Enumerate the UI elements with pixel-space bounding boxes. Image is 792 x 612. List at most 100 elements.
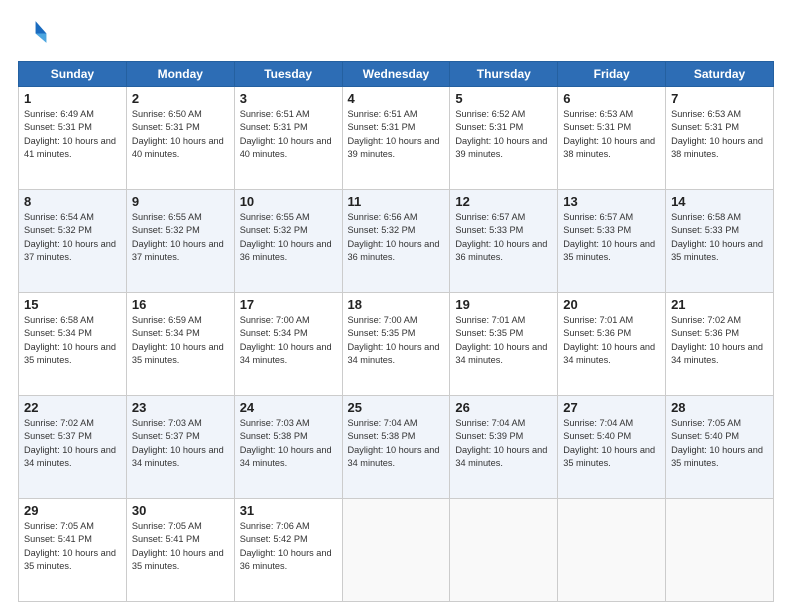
day-info: Sunrise: 6:53 AMSunset: 5:31 PMDaylight:… xyxy=(563,109,655,159)
day-info: Sunrise: 6:55 AMSunset: 5:32 PMDaylight:… xyxy=(132,212,224,262)
day-number: 16 xyxy=(132,297,229,312)
day-number: 14 xyxy=(671,194,768,209)
header xyxy=(18,18,774,51)
day-cell-18: 18 Sunrise: 7:00 AMSunset: 5:35 PMDayligh… xyxy=(342,293,450,396)
day-number: 27 xyxy=(563,400,660,415)
day-number: 7 xyxy=(671,91,768,106)
day-number: 26 xyxy=(455,400,552,415)
day-info: Sunrise: 7:06 AMSunset: 5:42 PMDaylight:… xyxy=(240,521,332,571)
day-cell-21: 21 Sunrise: 7:02 AMSunset: 5:36 PMDayligh… xyxy=(666,293,774,396)
day-info: Sunrise: 7:05 AMSunset: 5:41 PMDaylight:… xyxy=(132,521,224,571)
day-cell-10: 10 Sunrise: 6:55 AMSunset: 5:32 PMDayligh… xyxy=(234,190,342,293)
day-number: 2 xyxy=(132,91,229,106)
day-cell-31: 31 Sunrise: 7:06 AMSunset: 5:42 PMDayligh… xyxy=(234,499,342,602)
day-cell-5: 5 Sunrise: 6:52 AMSunset: 5:31 PMDaylight… xyxy=(450,87,558,190)
day-number: 15 xyxy=(24,297,121,312)
day-cell-2: 2 Sunrise: 6:50 AMSunset: 5:31 PMDaylight… xyxy=(126,87,234,190)
day-number: 11 xyxy=(348,194,445,209)
calendar-row-1: 1Sunrise: 6:49 AMSunset: 5:31 PMDaylight… xyxy=(19,87,774,190)
day-number: 10 xyxy=(240,194,337,209)
day-info: Sunrise: 6:57 AMSunset: 5:33 PMDaylight:… xyxy=(563,212,655,262)
day-cell-28: 28 Sunrise: 7:05 AMSunset: 5:40 PMDayligh… xyxy=(666,396,774,499)
day-number: 25 xyxy=(348,400,445,415)
day-info: Sunrise: 6:59 AMSunset: 5:34 PMDaylight:… xyxy=(132,315,224,365)
day-number: 21 xyxy=(671,297,768,312)
day-info: Sunrise: 7:03 AMSunset: 5:37 PMDaylight:… xyxy=(132,418,224,468)
day-number: 13 xyxy=(563,194,660,209)
calendar-table: SundayMondayTuesdayWednesdayThursdayFrid… xyxy=(18,61,774,602)
day-cell-12: 12 Sunrise: 6:57 AMSunset: 5:33 PMDayligh… xyxy=(450,190,558,293)
day-number: 24 xyxy=(240,400,337,415)
day-number: 17 xyxy=(240,297,337,312)
day-cell-13: 13 Sunrise: 6:57 AMSunset: 5:33 PMDayligh… xyxy=(558,190,666,293)
day-cell-8: 8Sunrise: 6:54 AMSunset: 5:32 PMDaylight… xyxy=(19,190,127,293)
day-cell-25: 25Sunrise: 7:04 AMSunset: 5:38 PMDayligh… xyxy=(342,396,450,499)
col-header-wednesday: Wednesday xyxy=(342,62,450,87)
day-info: Sunrise: 7:00 AMSunset: 5:34 PMDaylight:… xyxy=(240,315,332,365)
day-info: Sunrise: 6:50 AMSunset: 5:31 PMDaylight:… xyxy=(132,109,224,159)
day-number: 22 xyxy=(24,400,121,415)
page: SundayMondayTuesdayWednesdayThursdayFrid… xyxy=(0,0,792,612)
day-number: 3 xyxy=(240,91,337,106)
day-info: Sunrise: 7:01 AMSunset: 5:36 PMDaylight:… xyxy=(563,315,655,365)
col-header-friday: Friday xyxy=(558,62,666,87)
day-number: 28 xyxy=(671,400,768,415)
logo-icon xyxy=(20,18,48,46)
day-info: Sunrise: 7:04 AMSunset: 5:40 PMDaylight:… xyxy=(563,418,655,468)
calendar-row-4: 22 Sunrise: 7:02 AMSunset: 5:37 PMDayligh… xyxy=(19,396,774,499)
day-cell-7: 7 Sunrise: 6:53 AMSunset: 5:31 PMDaylight… xyxy=(666,87,774,190)
day-number: 1 xyxy=(24,91,121,106)
day-info: Sunrise: 6:53 AMSunset: 5:31 PMDaylight:… xyxy=(671,109,763,159)
day-info: Sunrise: 6:51 AMSunset: 5:31 PMDaylight:… xyxy=(240,109,332,159)
col-header-tuesday: Tuesday xyxy=(234,62,342,87)
day-cell-17: 17 Sunrise: 7:00 AMSunset: 5:34 PMDayligh… xyxy=(234,293,342,396)
day-cell-11: 11Sunrise: 6:56 AMSunset: 5:32 PMDayligh… xyxy=(342,190,450,293)
day-cell-20: 20 Sunrise: 7:01 AMSunset: 5:36 PMDayligh… xyxy=(558,293,666,396)
empty-cell xyxy=(342,499,450,602)
day-number: 19 xyxy=(455,297,552,312)
day-info: Sunrise: 6:52 AMSunset: 5:31 PMDaylight:… xyxy=(455,109,547,159)
day-number: 29 xyxy=(24,503,121,518)
day-cell-15: 15Sunrise: 6:58 AMSunset: 5:34 PMDayligh… xyxy=(19,293,127,396)
calendar-row-3: 15Sunrise: 6:58 AMSunset: 5:34 PMDayligh… xyxy=(19,293,774,396)
day-cell-30: 30 Sunrise: 7:05 AMSunset: 5:41 PMDayligh… xyxy=(126,499,234,602)
day-cell-6: 6 Sunrise: 6:53 AMSunset: 5:31 PMDaylight… xyxy=(558,87,666,190)
empty-cell xyxy=(666,499,774,602)
day-number: 12 xyxy=(455,194,552,209)
day-info: Sunrise: 7:01 AMSunset: 5:35 PMDaylight:… xyxy=(455,315,547,365)
day-info: Sunrise: 6:51 AMSunset: 5:31 PMDaylight:… xyxy=(348,109,440,159)
day-info: Sunrise: 7:05 AMSunset: 5:40 PMDaylight:… xyxy=(671,418,763,468)
col-header-sunday: Sunday xyxy=(19,62,127,87)
day-cell-3: 3 Sunrise: 6:51 AMSunset: 5:31 PMDaylight… xyxy=(234,87,342,190)
day-number: 5 xyxy=(455,91,552,106)
day-number: 6 xyxy=(563,91,660,106)
day-info: Sunrise: 7:02 AMSunset: 5:36 PMDaylight:… xyxy=(671,315,763,365)
day-info: Sunrise: 7:03 AMSunset: 5:38 PMDaylight:… xyxy=(240,418,332,468)
day-number: 31 xyxy=(240,503,337,518)
day-cell-4: 4 Sunrise: 6:51 AMSunset: 5:31 PMDaylight… xyxy=(342,87,450,190)
calendar-row-2: 8Sunrise: 6:54 AMSunset: 5:32 PMDaylight… xyxy=(19,190,774,293)
col-header-monday: Monday xyxy=(126,62,234,87)
calendar-row-5: 29 Sunrise: 7:05 AMSunset: 5:41 PMDayligh… xyxy=(19,499,774,602)
day-info: Sunrise: 7:02 AMSunset: 5:37 PMDaylight:… xyxy=(24,418,116,468)
day-cell-1: 1Sunrise: 6:49 AMSunset: 5:31 PMDaylight… xyxy=(19,87,127,190)
day-number: 23 xyxy=(132,400,229,415)
day-number: 20 xyxy=(563,297,660,312)
day-info: Sunrise: 7:00 AMSunset: 5:35 PMDaylight:… xyxy=(348,315,440,365)
day-info: Sunrise: 6:55 AMSunset: 5:32 PMDaylight:… xyxy=(240,212,332,262)
day-cell-16: 16 Sunrise: 6:59 AMSunset: 5:34 PMDayligh… xyxy=(126,293,234,396)
day-number: 18 xyxy=(348,297,445,312)
day-cell-23: 23 Sunrise: 7:03 AMSunset: 5:37 PMDayligh… xyxy=(126,396,234,499)
day-number: 30 xyxy=(132,503,229,518)
day-cell-14: 14Sunrise: 6:58 AMSunset: 5:33 PMDayligh… xyxy=(666,190,774,293)
day-info: Sunrise: 6:57 AMSunset: 5:33 PMDaylight:… xyxy=(455,212,547,262)
day-info: Sunrise: 7:05 AMSunset: 5:41 PMDaylight:… xyxy=(24,521,116,571)
day-cell-27: 27 Sunrise: 7:04 AMSunset: 5:40 PMDayligh… xyxy=(558,396,666,499)
day-number: 4 xyxy=(348,91,445,106)
day-number: 8 xyxy=(24,194,121,209)
day-cell-9: 9 Sunrise: 6:55 AMSunset: 5:32 PMDaylight… xyxy=(126,190,234,293)
day-number: 9 xyxy=(132,194,229,209)
logo xyxy=(18,18,48,51)
day-info: Sunrise: 7:04 AMSunset: 5:39 PMDaylight:… xyxy=(455,418,547,468)
empty-cell xyxy=(558,499,666,602)
